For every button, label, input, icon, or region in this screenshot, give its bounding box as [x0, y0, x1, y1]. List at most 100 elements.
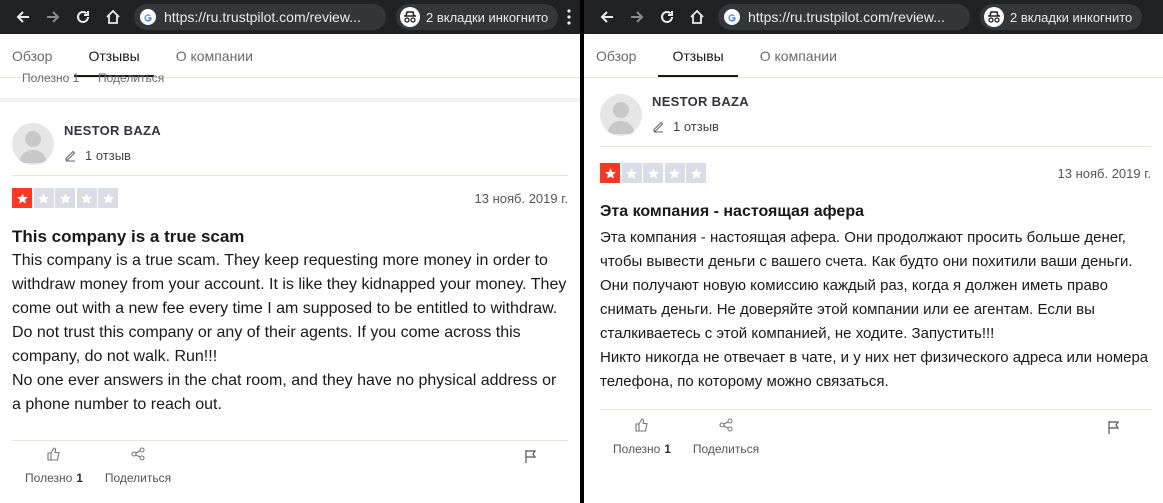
left-browser-window: https://ru.trustpilot.com/review... 2 вк…	[0, 0, 580, 503]
helpful-label: Полезно	[613, 442, 661, 456]
back-button[interactable]	[592, 0, 622, 34]
thumbs-up-icon	[47, 447, 60, 461]
review-card: NESTOR BAZA 1 отзыв 13 нояб. 2019 г.	[584, 78, 1163, 456]
forward-arrow-icon	[631, 11, 644, 23]
star-rating	[12, 188, 120, 208]
back-arrow-icon	[16, 11, 29, 23]
home-icon	[106, 9, 120, 24]
incognito-indicator[interactable]: 2 вкладки инкогнито	[980, 4, 1143, 30]
incognito-label: 2 вкладки инкогнито	[1010, 9, 1133, 25]
reviewer-header: NESTOR BAZA 1 отзыв	[12, 123, 568, 165]
avatar[interactable]	[600, 94, 642, 136]
share-icon	[131, 447, 145, 461]
reload-icon	[661, 10, 673, 23]
share-button[interactable]: Поделиться	[98, 447, 178, 485]
incognito-label: 2 вкладки инкогнито	[426, 9, 549, 25]
rating-row: 13 нояб. 2019 г.	[600, 163, 1151, 183]
reviewer-info: NESTOR BAZA 1 отзыв	[652, 94, 749, 134]
url-text: https://ru.trustpilot.com/review...	[164, 9, 361, 25]
review-body: Эта компания - настоящая афера. Они прод…	[600, 229, 1149, 390]
helpful-label: Полезно	[25, 471, 73, 485]
star-1-icon	[12, 188, 32, 208]
reload-button[interactable]	[652, 0, 682, 34]
back-button[interactable]	[8, 0, 38, 34]
flag-icon	[1108, 421, 1120, 434]
home-button[interactable]	[682, 0, 712, 34]
browser-toolbar: https://ru.trustpilot.com/review... 2 вк…	[584, 0, 1163, 34]
star-1-icon	[600, 163, 620, 183]
forward-button[interactable]	[38, 0, 68, 34]
review-count: 1 отзыв	[652, 119, 749, 134]
tab-about[interactable]: О компании	[760, 47, 855, 77]
home-icon	[690, 9, 704, 24]
pencil-icon	[65, 150, 76, 162]
google-g-icon	[140, 9, 156, 25]
back-arrow-icon	[600, 11, 613, 23]
right-browser-window: https://ru.trustpilot.com/review... 2 вк…	[584, 0, 1163, 503]
pencil-icon	[653, 121, 664, 133]
prev-helpful-label[interactable]: Полезно 1	[22, 71, 79, 85]
tab-about[interactable]: О компании	[176, 47, 271, 77]
review-date: 13 нояб. 2019 г.	[474, 190, 569, 206]
flag-icon	[525, 450, 537, 463]
user-silhouette-icon	[19, 131, 47, 163]
review-title[interactable]: Эта компания - настоящая афера	[600, 203, 1151, 221]
review-actions: Полезно 1 Поделиться	[600, 418, 1151, 456]
reload-icon	[77, 10, 89, 23]
home-button[interactable]	[98, 0, 128, 34]
review-count-text: 1 отзыв	[673, 119, 719, 134]
previous-review-actions: Полезно 1 Поделиться	[0, 71, 580, 102]
star-3-icon	[55, 188, 75, 208]
forward-button[interactable]	[622, 0, 652, 34]
share-button[interactable]: Поделиться	[686, 418, 766, 456]
review-date: 13 нояб. 2019 г.	[1057, 165, 1152, 181]
prev-share-label[interactable]: Поделиться	[98, 71, 164, 85]
share-icon	[719, 418, 733, 432]
review-body: This company is a true scam. They keep r…	[12, 252, 567, 413]
tab-reviews[interactable]: Отзывы	[658, 47, 738, 77]
divider	[12, 440, 568, 441]
incognito-indicator[interactable]: 2 вкладки инкогнито	[396, 4, 559, 30]
reviewer-info: NESTOR BAZA 1 отзыв	[64, 123, 161, 163]
page-tabs: Обзор Отзывы О компании	[0, 34, 580, 78]
menu-button[interactable]	[566, 0, 572, 34]
kebab-menu-icon	[567, 9, 571, 25]
browser-toolbar: https://ru.trustpilot.com/review... 2 вк…	[0, 0, 580, 34]
thumbs-up-icon	[635, 418, 648, 432]
report-button[interactable]	[524, 449, 538, 468]
reviewer-header: NESTOR BAZA 1 отзыв	[600, 94, 1151, 136]
avatar[interactable]	[12, 123, 54, 165]
divider	[12, 175, 568, 176]
review-count: 1 отзыв	[64, 148, 161, 163]
divider	[600, 146, 1151, 147]
report-button[interactable]	[1107, 420, 1121, 439]
google-g-icon	[724, 9, 740, 25]
reviewer-name[interactable]: NESTOR BAZA	[64, 123, 161, 138]
side-by-side-screenshots: https://ru.trustpilot.com/review... 2 вк…	[0, 0, 1163, 503]
address-bar[interactable]: https://ru.trustpilot.com/review...	[718, 4, 970, 30]
review-title[interactable]: This company is a true scam	[12, 227, 568, 247]
helpful-count: 1	[76, 471, 83, 485]
star-3-icon	[643, 163, 663, 183]
review-count-text: 1 отзыв	[85, 148, 131, 163]
share-label: Поделиться	[692, 442, 760, 456]
rating-row: 13 нояб. 2019 г.	[12, 188, 568, 208]
star-5-icon	[98, 188, 118, 208]
review-card: NESTOR BAZA 1 отзыв 13 нояб. 2019 г.	[0, 102, 580, 485]
incognito-icon	[984, 7, 1004, 27]
address-bar[interactable]: https://ru.trustpilot.com/review...	[134, 4, 386, 30]
page-tabs: Обзор Отзывы О компании	[584, 34, 1163, 78]
reload-button[interactable]	[68, 0, 98, 34]
helpful-button[interactable]: Полезно 1	[610, 418, 674, 456]
star-2-icon	[33, 188, 54, 208]
url-text: https://ru.trustpilot.com/review...	[748, 9, 945, 25]
user-silhouette-icon	[607, 102, 635, 134]
share-label: Поделиться	[104, 471, 172, 485]
tab-overview[interactable]: Обзор	[596, 47, 654, 77]
helpful-button[interactable]: Полезно 1	[22, 447, 86, 485]
reviewer-name[interactable]: NESTOR BAZA	[652, 94, 749, 109]
star-2-icon	[621, 163, 642, 183]
forward-arrow-icon	[47, 11, 60, 23]
review-actions: Полезно 1 Поделиться	[12, 447, 568, 485]
divider	[600, 409, 1151, 410]
